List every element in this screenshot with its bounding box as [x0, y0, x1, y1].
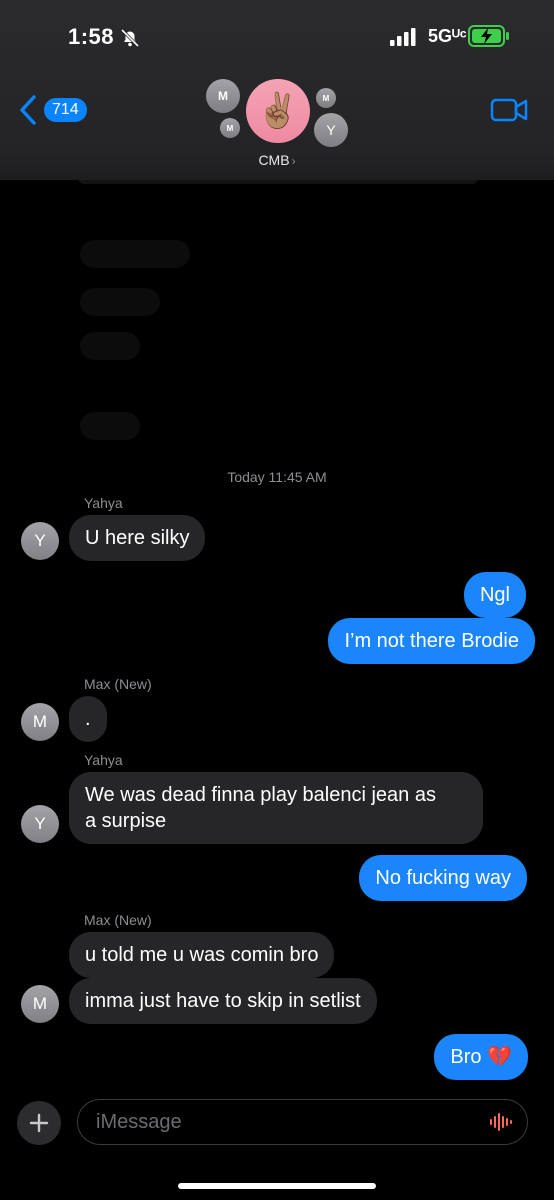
chevron-right-icon: › [291, 154, 296, 168]
group-avatar[interactable]: ✌🏽 [246, 79, 310, 143]
unread-count-badge: 714 [44, 98, 87, 122]
participant-avatar: M [206, 79, 240, 113]
bell-slash-icon [120, 28, 140, 48]
participant-avatar: M [316, 88, 336, 108]
battery-charging-icon [468, 25, 509, 47]
plus-icon [29, 1113, 49, 1133]
older-messages-faded [0, 172, 554, 450]
message-input[interactable]: iMessage [77, 1099, 528, 1145]
video-call-icon[interactable] [490, 97, 528, 123]
cellular-signal-icon [390, 28, 416, 46]
sender-avatar[interactable]: M [21, 703, 59, 741]
incoming-message[interactable]: u told me u was comin bro [69, 932, 335, 978]
back-button[interactable]: 714 [18, 92, 87, 128]
add-attachment-button[interactable] [17, 1101, 61, 1145]
sender-avatar[interactable]: M [21, 985, 59, 1023]
network-type: 5Gᵁᶜ [428, 26, 467, 46]
incoming-message[interactable]: U here silky [69, 515, 206, 561]
sender-name: Yahya [84, 495, 123, 511]
outgoing-message[interactable]: Bro 💔 [434, 1034, 528, 1080]
group-name-button[interactable]: CMB › [0, 152, 554, 168]
participant-avatar: Y [314, 113, 348, 147]
audio-waveform-icon[interactable] [489, 1112, 513, 1132]
message-input-placeholder: iMessage [96, 1111, 182, 1133]
chevron-left-icon [20, 95, 36, 125]
participant-avatar: M [220, 118, 240, 138]
incoming-message[interactable]: imma just have to skip in setlist [69, 978, 377, 1024]
status-bar: 1:58 5Gᵁᶜ [0, 0, 554, 70]
incoming-message[interactable]: . [69, 696, 107, 742]
group-emoji: ✌🏽 [256, 92, 300, 130]
incoming-message[interactable]: We was dead finna play balenci jean as a… [69, 772, 483, 844]
sender-avatar[interactable]: Y [21, 522, 59, 560]
sender-name: Max (New) [84, 912, 152, 928]
clock: 1:58 [68, 24, 115, 49]
sender-name: Max (New) [84, 676, 152, 692]
sender-avatar[interactable]: Y [21, 805, 59, 843]
home-indicator[interactable] [178, 1183, 376, 1189]
outgoing-message[interactable]: Ngl [463, 572, 526, 618]
sender-name: Yahya [84, 752, 123, 768]
outgoing-message[interactable]: I’m not there Brodie [328, 618, 535, 664]
outgoing-message[interactable]: No fucking way [359, 855, 527, 901]
message-timestamp: Today 11:45 AM [227, 469, 327, 485]
group-name: CMB [258, 152, 290, 168]
